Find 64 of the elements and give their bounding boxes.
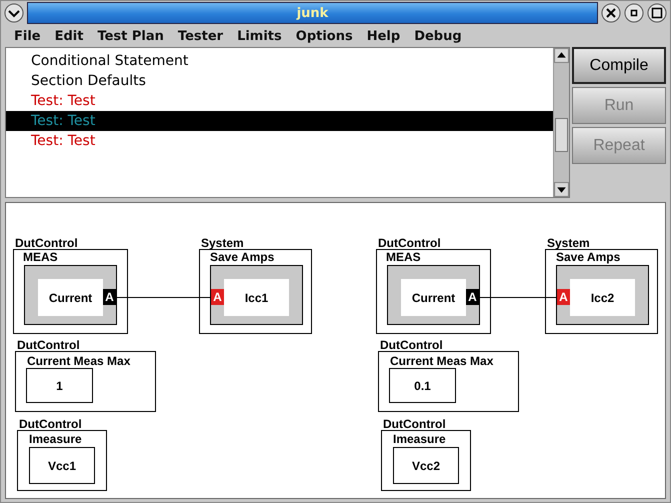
value-box: Vcc1 [29, 447, 95, 484]
node-category: System [201, 236, 244, 250]
node-title: Imeasure [29, 432, 82, 446]
node-box[interactable]: Imeasure Vcc1 [17, 430, 107, 491]
menu-item[interactable]: Test Plan [90, 28, 171, 44]
close-icon[interactable] [601, 3, 621, 23]
window-title: junk [296, 6, 328, 20]
minimize-icon[interactable] [624, 3, 644, 23]
node-category: DutControl [19, 417, 82, 431]
menu-item[interactable]: File [7, 28, 48, 44]
scroll-thumb[interactable] [555, 118, 568, 152]
node-title: Imeasure [393, 432, 446, 446]
block-label: Icc2 [570, 279, 635, 316]
menu-item[interactable]: Tester [170, 28, 230, 44]
node-box[interactable]: Current Meas Max 0.1 [378, 351, 519, 412]
list-item-label: Test: Test [31, 93, 96, 109]
scroll-up-icon[interactable] [554, 48, 569, 63]
node-category: System [547, 236, 590, 250]
window-menu-icon[interactable] [4, 3, 24, 23]
node-box[interactable]: MEAS Current A [13, 249, 128, 334]
node-box[interactable]: Current Meas Max 1 [15, 351, 156, 412]
node-box[interactable]: Imeasure Vcc2 [381, 430, 471, 491]
value-box: Vcc2 [393, 447, 459, 484]
node-box[interactable]: Save Amps A Icc1 [199, 249, 312, 334]
action-button[interactable]: Compile [572, 47, 666, 84]
list-item[interactable]: Test: Test [6, 111, 553, 131]
menu-item[interactable]: Debug [407, 28, 469, 44]
node-box[interactable]: Save Amps A Icc2 [545, 249, 658, 334]
node-title: Save Amps [210, 250, 274, 264]
list-item-label: Test: Test [31, 113, 96, 129]
node-category: DutControl [15, 236, 78, 250]
list-item[interactable]: Section Defaults [6, 71, 553, 91]
list-item[interactable]: Test: Test [6, 91, 553, 111]
menu-item[interactable]: Edit [48, 28, 90, 44]
block-label: Current [38, 279, 103, 316]
block-label: Icc1 [224, 279, 289, 316]
node-title: Current Meas Max [390, 354, 494, 368]
node-title: MEAS [386, 250, 421, 264]
node-title: Save Amps [556, 250, 620, 264]
block-label: Current [401, 279, 466, 316]
scrollbar[interactable] [553, 48, 569, 197]
scroll-down-icon[interactable] [554, 182, 569, 197]
port-marker[interactable]: A [211, 289, 224, 305]
value-box: 0.1 [389, 368, 456, 403]
node-title: MEAS [23, 250, 58, 264]
menu-item[interactable]: Help [360, 28, 408, 44]
port-marker[interactable]: A [557, 289, 570, 305]
list-item-label: Conditional Statement [31, 53, 188, 69]
list-item[interactable]: Test: Test [6, 131, 553, 151]
node-category: DutControl [383, 417, 446, 431]
node-box[interactable]: MEAS Current A [376, 249, 491, 334]
menu-item[interactable]: Limits [230, 28, 289, 44]
node-title: Current Meas Max [27, 354, 130, 368]
list-item[interactable]: Conditional Statement [6, 51, 553, 71]
node-category: DutControl [378, 236, 441, 250]
list-item-label: Test: Test [31, 133, 96, 149]
value-box: 1 [26, 368, 93, 403]
node-category: DutControl [380, 338, 443, 352]
list-item-label: Section Defaults [31, 73, 146, 89]
maximize-icon[interactable] [647, 3, 667, 23]
port-marker[interactable]: A [103, 289, 116, 305]
menu-item[interactable]: Options [288, 28, 360, 44]
port-marker[interactable]: A [466, 289, 479, 305]
node-category: DutControl [17, 338, 80, 352]
